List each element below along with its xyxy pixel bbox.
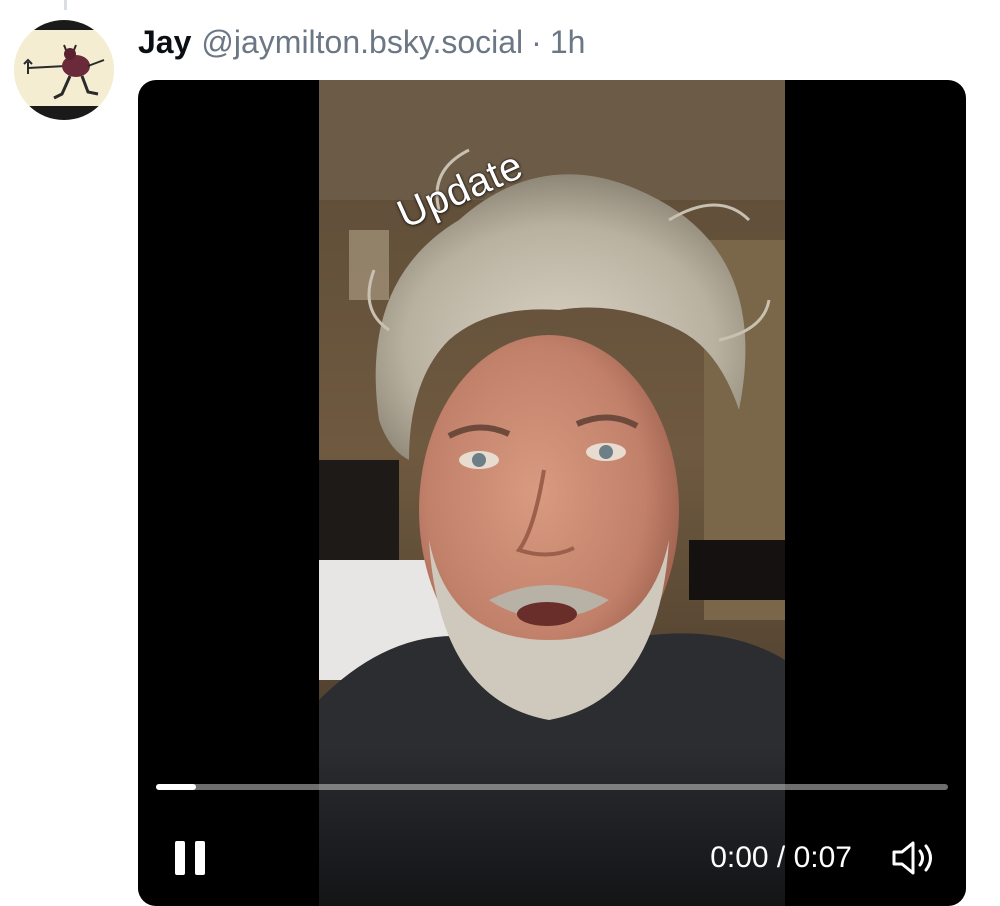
- video-progress-fill: [156, 784, 196, 790]
- author-name[interactable]: Jay: [138, 22, 191, 62]
- thread-connector-line: [64, 0, 67, 10]
- post-header: Jay @jaymilton.bsky.social · 1h: [138, 22, 585, 62]
- video-progress-bar[interactable]: [156, 784, 948, 790]
- volume-button[interactable]: [886, 834, 942, 882]
- video-player[interactable]: Update 0:00 / 0:07: [138, 80, 966, 906]
- header-separator: ·: [531, 24, 542, 60]
- pause-icon: [175, 841, 205, 875]
- video-time-readout: 0:00 / 0:07: [710, 841, 852, 874]
- author-handle[interactable]: @jaymilton.bsky.social: [201, 22, 523, 62]
- devil-with-trident-icon: [14, 20, 114, 120]
- post-timestamp[interactable]: 1h: [550, 22, 586, 62]
- pause-button[interactable]: [168, 836, 212, 880]
- speaker-icon: [892, 841, 932, 875]
- controls-gradient: [138, 746, 966, 906]
- author-avatar[interactable]: [14, 20, 114, 120]
